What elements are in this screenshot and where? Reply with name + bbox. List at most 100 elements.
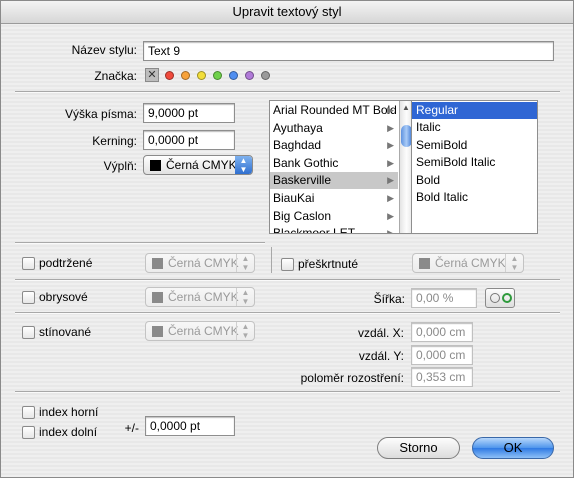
font-style-item[interactable]: SemiBold [412, 137, 537, 154]
strikethrough-color-swatch [419, 258, 430, 269]
outline-width-label: Šířka: [373, 292, 405, 306]
font-family-name: Big Caslon [273, 208, 332, 223]
ok-button[interactable]: OK [472, 437, 554, 459]
cancel-button[interactable]: Storno [377, 437, 460, 459]
submenu-arrow-icon: ▶ [387, 105, 394, 115]
underline-color-popup[interactable]: Černá CMYK ▲ ▼ [145, 253, 255, 273]
tag-color-dot[interactable] [229, 71, 238, 80]
font-style-item[interactable]: Bold Italic [412, 189, 537, 206]
tag-color-dot[interactable] [245, 71, 254, 80]
outline-width-input[interactable]: 0,00 % [411, 288, 477, 308]
font-family-name: BiauKai [273, 191, 315, 205]
separator [15, 242, 265, 244]
superscript-label: index horní [39, 405, 99, 419]
outline-position-toggle[interactable] [485, 288, 515, 308]
popup-arrows-icon: ▲ ▼ [236, 322, 254, 340]
kerning-input[interactable]: 0,0000 pt [143, 130, 235, 150]
font-family-item[interactable]: Arial Rounded MT Bold ▶ [270, 102, 398, 119]
outline-inside-icon [502, 293, 512, 303]
scroll-up-arrow-icon[interactable]: ▲ [402, 103, 410, 112]
underline-color-swatch [152, 258, 163, 269]
font-family-name: Blackmoor LET [273, 226, 356, 234]
tag-color-dot[interactable] [165, 71, 174, 80]
style-name-label: Název stylu: [71, 43, 137, 57]
submenu-arrow-icon: ▶ [387, 157, 394, 168]
font-style-item[interactable]: Bold [412, 172, 537, 189]
submenu-arrow-icon: ▶ [387, 228, 394, 234]
fill-color-popup[interactable]: Černá CMYK ▲ ▼ [143, 155, 253, 175]
font-family-item[interactable]: Baghdad ▶ [270, 137, 398, 154]
font-family-item[interactable]: Bank Gothic ▶ [270, 155, 398, 172]
fill-color-value: Černá CMYK [166, 158, 237, 172]
font-family-name: Baskerville [273, 173, 332, 188]
underline-color-value: Černá CMYK [168, 256, 239, 270]
superscript-checkbox[interactable] [22, 406, 35, 419]
underline-checkbox[interactable] [22, 257, 35, 270]
submenu-arrow-icon: ▶ [387, 210, 394, 221]
font-family-item[interactable]: Baskerville ▶ [270, 172, 398, 190]
tag-color-dot[interactable] [213, 71, 222, 80]
dialog-title: Upravit textový styl [1, 1, 573, 24]
font-family-name: Baghdad [273, 138, 322, 153]
shadow-offset-x-label: vzdál. X: [357, 326, 404, 340]
strikethrough-checkbox[interactable] [281, 258, 294, 271]
font-family-item[interactable]: BiauKai ▶ [270, 190, 398, 207]
font-size-input[interactable]: 9,0000 pt [143, 103, 235, 123]
font-family-item[interactable]: Blackmoor LET ▶ [270, 225, 398, 234]
clear-tag-button[interactable]: ✕ [145, 68, 159, 82]
font-style-list[interactable]: Regular Italic SemiBold SemiBold Italic Bold… [411, 100, 538, 234]
fill-label: Výplň: [103, 159, 137, 173]
font-style-item[interactable]: Italic [412, 119, 537, 136]
subscript-label: index dolní [39, 425, 98, 439]
shadow-offset-x-input[interactable]: 0,000 cm [411, 322, 473, 342]
separator [15, 391, 560, 393]
tag-label: Značka: [94, 69, 137, 83]
submenu-arrow-icon: ▶ [387, 122, 394, 133]
outline-label: obrysové [39, 290, 88, 304]
popup-arrows-icon: ▲ ▼ [236, 288, 254, 306]
shadow-color-popup[interactable]: Černá CMYK ▲ ▼ [145, 321, 255, 341]
font-style-item[interactable]: Regular [412, 102, 537, 119]
popup-arrows-icon: ▲ ▼ [236, 254, 254, 272]
separator [15, 312, 560, 314]
shadow-color-value: Černá CMYK [168, 324, 239, 338]
style-name-input[interactable]: Text 9 [143, 41, 554, 61]
font-family-name: Arial Rounded MT Bold [273, 103, 397, 117]
shadow-offset-y-label: vzdál. Y: [358, 349, 404, 363]
popup-arrows-icon: ▲ ▼ [235, 156, 252, 174]
tag-color-dot[interactable] [181, 71, 190, 80]
font-family-name: Ayuthaya [273, 120, 323, 135]
shadow-blur-input[interactable]: 0,353 cm [411, 367, 473, 387]
shadow-color-swatch [152, 326, 163, 337]
font-style-item[interactable]: SemiBold Italic [412, 154, 537, 171]
submenu-arrow-icon: ▶ [387, 140, 394, 151]
separator [15, 279, 560, 281]
edit-text-style-dialog: Upravit textový styl Název stylu: Text 9… [0, 0, 574, 478]
underline-label: podtržené [39, 256, 93, 270]
outline-color-popup[interactable]: Černá CMYK ▲ ▼ [145, 287, 255, 307]
font-family-item[interactable]: Big Caslon ▶ [270, 208, 398, 225]
strikethrough-color-popup[interactable]: Černá CMYK ▲ ▼ [412, 253, 524, 273]
font-family-item[interactable]: Ayuthaya ▶ [270, 120, 398, 137]
offset-input[interactable]: 0,0000 pt [145, 416, 235, 436]
outline-checkbox[interactable] [22, 291, 35, 304]
submenu-arrow-icon: ▶ [387, 175, 394, 186]
strikethrough-label: přeškrtnuté [298, 257, 359, 271]
vertical-separator [271, 247, 272, 273]
offset-label: +/- [124, 421, 139, 435]
font-family-list[interactable]: Arial Rounded MT Bold ▶ Ayuthaya ▶ Baghdad ▶ B… [269, 100, 414, 234]
shadow-offset-y-input[interactable]: 0,000 cm [411, 345, 473, 365]
subscript-checkbox[interactable] [22, 426, 35, 439]
shadow-blur-label: poloměr rozostření: [300, 371, 404, 385]
shadow-label: stínované [39, 325, 92, 339]
separator [15, 91, 560, 93]
fill-color-swatch [150, 160, 161, 171]
shadow-checkbox[interactable] [22, 326, 35, 339]
font-family-name: Bank Gothic [273, 155, 339, 170]
tag-color-dot[interactable] [197, 71, 206, 80]
popup-arrows-icon: ▲ ▼ [505, 254, 523, 272]
kerning-label: Kerning: [92, 134, 137, 148]
tag-color-dot[interactable] [261, 71, 270, 80]
outline-color-swatch [152, 292, 163, 303]
font-size-label: Výška písma: [64, 107, 137, 121]
